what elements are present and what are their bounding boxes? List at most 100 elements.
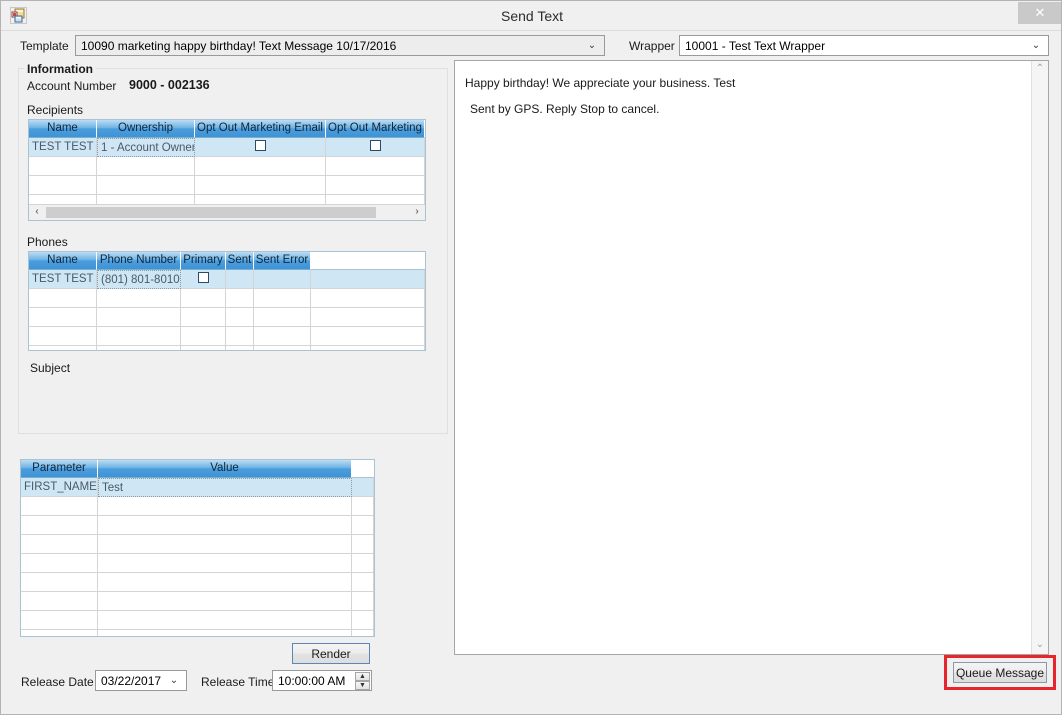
phones-cell-blank	[311, 270, 425, 289]
recipients-hscroll-thumb[interactable]	[46, 207, 376, 218]
phones-col-phone-number[interactable]: Phone Number	[97, 252, 181, 270]
parameters-cell-value[interactable]: Test	[98, 478, 352, 497]
chevron-down-icon: ⌄	[169, 675, 179, 686]
parameters-empty-cell	[98, 554, 352, 573]
phones-grid[interactable]: Name Phone Number Primary Sent Sent Erro…	[28, 251, 426, 351]
phones-empty-cell	[311, 308, 425, 327]
phones-empty-cell	[181, 289, 226, 308]
recipients-col-opt-out-marketing-email[interactable]: Opt Out Marketing Email	[195, 120, 326, 138]
parameters-empty-cell	[352, 516, 374, 535]
wrapper-dropdown-value: 10001 - Test Text Wrapper	[685, 39, 826, 53]
table-row[interactable]	[21, 497, 374, 516]
parameters-cell-parameter: FIRST_NAME	[21, 478, 98, 497]
phones-empty-cell	[311, 346, 425, 350]
parameters-cell-blank	[352, 478, 374, 497]
message-preview-body[interactable]: Happy birthday! We appreciate your busin…	[455, 61, 1031, 654]
message-preview-line-1: Happy birthday! We appreciate your busin…	[465, 76, 736, 90]
send-text-window: Send Text ✕ Template 10090 marketing hap…	[0, 0, 1062, 715]
scroll-up-icon[interactable]: ⌃	[1032, 61, 1048, 78]
subject-label: Subject	[30, 361, 71, 375]
parameters-empty-cell	[352, 611, 374, 630]
recipients-hscrollbar[interactable]: ‹ ›	[29, 204, 425, 220]
checkbox-unchecked-icon[interactable]	[369, 140, 381, 152]
parameters-col-value[interactable]: Value	[98, 460, 352, 478]
recipients-col-name[interactable]: Name	[29, 120, 97, 138]
table-row[interactable]	[21, 554, 374, 573]
phones-empty-cell	[97, 327, 181, 346]
template-label: Template	[20, 39, 69, 53]
table-row[interactable]	[21, 611, 374, 630]
phones-empty-cell	[254, 327, 311, 346]
release-date-picker[interactable]: 03/22/2017 ⌄	[95, 670, 187, 691]
parameters-empty-cell	[98, 497, 352, 516]
recipients-cell-opt-out-marketing-email[interactable]	[195, 138, 326, 157]
scroll-right-icon[interactable]: ›	[409, 205, 425, 220]
table-row[interactable]	[21, 535, 374, 554]
parameters-empty-cell	[98, 630, 352, 636]
queue-message-button[interactable]: Queue Message	[953, 662, 1047, 683]
recipients-cell-opt-out-marketing[interactable]	[326, 138, 425, 157]
titlebar: Send Text ✕	[1, 1, 1061, 31]
parameters-grid[interactable]: Parameter Value FIRST_NAME Test	[20, 459, 375, 637]
recipients-cell-ownership[interactable]: 1 - Account Owner	[97, 138, 195, 157]
table-row[interactable]	[29, 176, 425, 195]
parameters-empty-cell	[21, 554, 98, 573]
recipients-cell-name: TEST TEST	[29, 138, 97, 157]
phones-empty-cell	[254, 308, 311, 327]
release-time-label: Release Time	[201, 675, 275, 689]
phones-empty-cell	[226, 308, 254, 327]
table-row[interactable]	[29, 289, 425, 308]
recipients-col-opt-out-marketing[interactable]: Opt Out Marketing	[326, 120, 425, 138]
wrapper-dropdown[interactable]: 10001 - Test Text Wrapper ⌄	[679, 35, 1049, 56]
spin-up-icon[interactable]: ▲	[355, 672, 370, 681]
checkbox-unchecked-icon[interactable]	[197, 272, 209, 284]
table-row[interactable]	[29, 346, 425, 350]
table-row[interactable]	[29, 308, 425, 327]
parameters-col-parameter[interactable]: Parameter	[21, 460, 98, 478]
scroll-down-icon[interactable]: ⌄	[1032, 637, 1048, 654]
parameters-empty-cell	[352, 554, 374, 573]
recipients-empty-cell	[97, 176, 195, 195]
phones-col-primary[interactable]: Primary	[181, 252, 226, 270]
parameters-empty-cell	[98, 592, 352, 611]
close-icon[interactable]: ✕	[1018, 2, 1061, 24]
recipients-col-ownership[interactable]: Ownership	[97, 120, 195, 138]
phones-empty-cell	[226, 289, 254, 308]
phones-col-sent-error[interactable]: Sent Error	[254, 252, 311, 270]
phones-col-blank[interactable]	[311, 252, 425, 270]
recipients-empty-cell	[97, 157, 195, 176]
table-row[interactable]: TEST TEST (801) 801-8010	[29, 270, 425, 289]
parameters-empty-cell	[21, 630, 98, 636]
table-row[interactable]: TEST TEST 1 - Account Owner	[29, 138, 425, 157]
table-row[interactable]	[21, 516, 374, 535]
table-row[interactable]: FIRST_NAME Test	[21, 478, 374, 497]
phones-col-sent[interactable]: Sent	[226, 252, 254, 270]
chevron-down-icon: ⌄	[1031, 40, 1041, 51]
table-row[interactable]	[21, 592, 374, 611]
checkbox-unchecked-icon[interactable]	[254, 140, 266, 152]
phones-cell-primary[interactable]	[181, 270, 226, 289]
template-dropdown[interactable]: 10090 marketing happy birthday! Text Mes…	[75, 35, 605, 56]
subject-field[interactable]	[30, 377, 420, 425]
recipients-empty-cell	[29, 157, 97, 176]
message-preview-vscrollbar[interactable]: ⌃ ⌄	[1031, 61, 1048, 654]
table-row[interactable]	[21, 573, 374, 592]
table-row[interactable]	[29, 157, 425, 176]
release-time-input[interactable]: 10:00:00 AM ▲ ▼	[272, 670, 372, 691]
phones-cell-phone-number[interactable]: (801) 801-8010	[97, 270, 181, 289]
message-preview-panel[interactable]: Happy birthday! We appreciate your busin…	[454, 60, 1049, 655]
phones-empty-cell	[97, 289, 181, 308]
table-row[interactable]	[29, 327, 425, 346]
release-date-value: 03/22/2017	[101, 674, 162, 688]
parameters-col-blank[interactable]	[352, 460, 374, 478]
scroll-left-icon[interactable]: ‹	[29, 205, 45, 220]
phones-col-name[interactable]: Name	[29, 252, 97, 270]
parameters-empty-cell	[21, 611, 98, 630]
spin-down-icon[interactable]: ▼	[355, 681, 370, 690]
table-row[interactable]	[21, 630, 374, 636]
parameters-empty-cell	[21, 516, 98, 535]
phones-label: Phones	[27, 235, 68, 249]
render-button[interactable]: Render	[292, 643, 370, 664]
phones-empty-cell	[97, 308, 181, 327]
recipients-grid[interactable]: Name Ownership Opt Out Marketing Email O…	[28, 119, 426, 221]
